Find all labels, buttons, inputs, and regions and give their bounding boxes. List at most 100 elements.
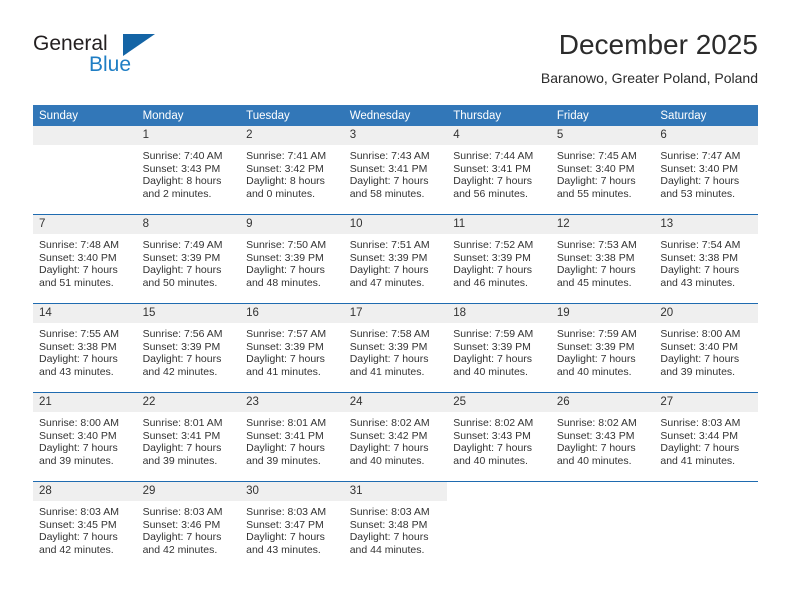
calendar-day-cell[interactable]: 6 Sunrise: 7:47 AM Sunset: 3:40 PM Daylight…: [654, 126, 758, 215]
sunrise-time: Sunrise: 8:01 AM: [142, 417, 223, 429]
day-number: 30: [240, 482, 344, 501]
daylight-duration-line1: Daylight: 8 hours: [246, 175, 325, 188]
sunrise-time: Sunrise: 7:40 AM: [142, 150, 223, 162]
daylight-duration-line1: Daylight: 7 hours: [660, 264, 740, 277]
day-number: 15: [136, 304, 241, 323]
sunset-time: Sunset: 3:39 PM: [142, 340, 221, 353]
daylight-duration-line1: Daylight: 7 hours: [453, 264, 533, 277]
weekday-header-sunday: Sunday: [33, 105, 137, 126]
calendar-day-cell[interactable]: 8 Sunrise: 7:49 AM Sunset: 3:39 PM Daylight…: [136, 214, 241, 304]
day-number: 4: [447, 126, 551, 145]
calendar-day-cell[interactable]: 24 Sunrise: 8:02 AM Sunset: 3:42 PM Dayligh…: [343, 392, 448, 482]
daylight-duration-line2: and 53 minutes.: [660, 187, 736, 200]
daylight-duration-line2: and 47 minutes.: [349, 276, 425, 289]
daylight-duration-line1: Daylight: 7 hours: [556, 353, 636, 366]
daylight-duration-line1: Daylight: 7 hours: [246, 442, 325, 455]
page-header: General Blue December 2025 Baranowo, Gre…: [33, 28, 758, 96]
calendar-day-cell[interactable]: 18 Sunrise: 7:59 AM Sunset: 3:39 PM Dayligh…: [447, 303, 551, 393]
calendar-day-cell[interactable]: 20 Sunrise: 8:00 AM Sunset: 3:40 PM Dayligh…: [654, 303, 758, 393]
sunset-time: Sunset: 3:38 PM: [39, 340, 117, 353]
daylight-duration-line1: Daylight: 7 hours: [556, 442, 636, 455]
calendar-week-row: 1 Sunrise: 7:40 AM Sunset: 3:43 PM Daylight…: [33, 126, 758, 215]
sunrise-time: Sunrise: 7:49 AM: [142, 239, 223, 251]
calendar-day-cell[interactable]: 23 Sunrise: 8:01 AM Sunset: 3:41 PM Dayligh…: [240, 392, 344, 482]
calendar-day-cell[interactable]: 4 Sunrise: 7:44 AM Sunset: 3:41 PM Daylight…: [447, 126, 551, 215]
day-number: 16: [240, 304, 344, 323]
calendar-day-cell[interactable]: 30 Sunrise: 8:03 AM Sunset: 3:47 PM Dayligh…: [240, 481, 344, 570]
sunrise-time: Sunrise: 8:02 AM: [349, 417, 430, 429]
daylight-duration-line1: Daylight: 7 hours: [349, 531, 429, 544]
calendar-day-cell[interactable]: 17 Sunrise: 7:58 AM Sunset: 3:39 PM Dayligh…: [343, 303, 448, 393]
day-number: 2: [240, 126, 344, 145]
calendar-day-cell[interactable]: 15 Sunrise: 7:56 AM Sunset: 3:39 PM Dayligh…: [136, 303, 241, 393]
day-number: 25: [447, 393, 551, 412]
calendar-day-cell[interactable]: 1 Sunrise: 7:40 AM Sunset: 3:43 PM Daylight…: [136, 126, 241, 215]
sunrise-time: Sunrise: 7:57 AM: [246, 328, 327, 340]
calendar-day-cell[interactable]: 11 Sunrise: 7:52 AM Sunset: 3:39 PM Dayligh…: [447, 214, 551, 304]
daylight-duration-line1: Daylight: 7 hours: [349, 353, 429, 366]
daylight-duration-line1: Daylight: 7 hours: [349, 175, 429, 188]
day-details: Sunrise: 7:51 AM Sunset: 3:39 PM Daylight:…: [344, 234, 448, 289]
day-details: Sunrise: 7:57 AM Sunset: 3:39 PM Daylight:…: [240, 323, 344, 378]
calendar-day-cell[interactable]: 27 Sunrise: 8:03 AM Sunset: 3:44 PM Dayligh…: [654, 392, 758, 482]
day-number: [550, 482, 655, 501]
day-number: [447, 482, 551, 501]
sunrise-time: Sunrise: 8:01 AM: [246, 417, 327, 429]
daylight-duration-line2: and 55 minutes.: [556, 187, 632, 200]
daylight-duration-line1: Daylight: 7 hours: [660, 353, 740, 366]
calendar-day-cell[interactable]: 28 Sunrise: 8:03 AM Sunset: 3:45 PM Dayligh…: [33, 481, 137, 570]
day-number: 24: [343, 393, 448, 412]
daylight-duration-line2: and 40 minutes.: [453, 454, 528, 467]
day-details: Sunrise: 7:58 AM Sunset: 3:39 PM Daylight:…: [344, 323, 448, 378]
daylight-duration-line1: Daylight: 7 hours: [660, 175, 740, 188]
day-details: Sunrise: 8:00 AM Sunset: 3:40 PM Daylight:…: [654, 323, 758, 378]
sunset-time: Sunset: 3:39 PM: [349, 340, 428, 353]
calendar-day-cell[interactable]: 14 Sunrise: 7:55 AM Sunset: 3:38 PM Dayligh…: [33, 303, 137, 393]
calendar-day-cell[interactable]: 7 Sunrise: 7:48 AM Sunset: 3:40 PM Daylight…: [33, 214, 137, 304]
calendar-day-cell[interactable]: 29 Sunrise: 8:03 AM Sunset: 3:46 PM Dayligh…: [136, 481, 241, 570]
day-details: Sunrise: 7:40 AM Sunset: 3:43 PM Daylight:…: [137, 145, 241, 200]
calendar-day-cell[interactable]: 21 Sunrise: 8:00 AM Sunset: 3:40 PM Dayligh…: [33, 392, 137, 482]
daylight-duration-line2: and 40 minutes.: [556, 365, 632, 378]
daylight-duration-line2: and 43 minutes.: [39, 365, 114, 378]
sunset-time: Sunset: 3:38 PM: [660, 251, 739, 264]
sunrise-time: Sunrise: 7:54 AM: [660, 239, 741, 251]
sunset-time: Sunset: 3:40 PM: [39, 429, 117, 442]
calendar-day-cell[interactable]: 22 Sunrise: 8:01 AM Sunset: 3:41 PM Dayligh…: [136, 392, 241, 482]
daylight-duration-line2: and 41 minutes.: [660, 454, 736, 467]
daylight-duration-line2: and 42 minutes.: [142, 365, 218, 378]
day-details: Sunrise: 7:56 AM Sunset: 3:39 PM Daylight:…: [137, 323, 241, 378]
calendar-day-cell[interactable]: 12 Sunrise: 7:53 AM Sunset: 3:38 PM Dayligh…: [550, 214, 655, 304]
calendar-day-cell[interactable]: 19 Sunrise: 7:59 AM Sunset: 3:39 PM Dayligh…: [550, 303, 655, 393]
sunrise-time: Sunrise: 8:03 AM: [660, 417, 741, 429]
calendar-day-cell[interactable]: 2 Sunrise: 7:41 AM Sunset: 3:42 PM Daylight…: [240, 126, 344, 215]
daylight-duration-line2: and 43 minutes.: [660, 276, 736, 289]
calendar-day-cell[interactable]: 26 Sunrise: 8:02 AM Sunset: 3:43 PM Dayligh…: [550, 392, 655, 482]
day-details: Sunrise: 7:49 AM Sunset: 3:39 PM Daylight:…: [137, 234, 241, 289]
calendar-day-cell[interactable]: 5 Sunrise: 7:45 AM Sunset: 3:40 PM Daylight…: [550, 126, 655, 215]
sunrise-time: Sunrise: 7:52 AM: [453, 239, 534, 251]
calendar-day-cell[interactable]: 25 Sunrise: 8:02 AM Sunset: 3:43 PM Dayligh…: [447, 392, 551, 482]
sunset-time: Sunset: 3:38 PM: [556, 251, 635, 264]
calendar-day-cell[interactable]: 10 Sunrise: 7:51 AM Sunset: 3:39 PM Dayligh…: [343, 214, 448, 304]
day-details: Sunrise: 8:02 AM Sunset: 3:42 PM Daylight:…: [344, 412, 448, 467]
daylight-duration-line2: and 46 minutes.: [453, 276, 528, 289]
day-details: Sunrise: 8:01 AM Sunset: 3:41 PM Daylight:…: [137, 412, 241, 467]
calendar-day-cell[interactable]: 13 Sunrise: 7:54 AM Sunset: 3:38 PM Dayligh…: [654, 214, 758, 304]
calendar-day-cell[interactable]: 9 Sunrise: 7:50 AM Sunset: 3:39 PM Daylight…: [240, 214, 344, 304]
calendar-day-cell[interactable]: 3 Sunrise: 7:43 AM Sunset: 3:41 PM Daylight…: [343, 126, 448, 215]
day-details: Sunrise: 7:44 AM Sunset: 3:41 PM Daylight:…: [447, 145, 551, 200]
daylight-duration-line1: Daylight: 7 hours: [142, 353, 222, 366]
day-details: Sunrise: 7:43 AM Sunset: 3:41 PM Daylight:…: [344, 145, 448, 200]
sunrise-time: Sunrise: 8:02 AM: [556, 417, 637, 429]
calendar-day-cell[interactable]: 31 Sunrise: 8:03 AM Sunset: 3:48 PM Dayligh…: [343, 481, 448, 570]
calendar-day-cell[interactable]: 16 Sunrise: 7:57 AM Sunset: 3:39 PM Dayligh…: [240, 303, 344, 393]
sunset-time: Sunset: 3:41 PM: [246, 429, 324, 442]
sunset-time: Sunset: 3:43 PM: [556, 429, 635, 442]
sunrise-time: Sunrise: 7:43 AM: [349, 150, 430, 162]
calendar-day-cell: [33, 126, 137, 215]
sunset-time: Sunset: 3:39 PM: [453, 340, 531, 353]
calendar-head: Sunday Monday Tuesday Wednesday Thursday…: [33, 105, 758, 126]
day-details: Sunrise: 8:03 AM Sunset: 3:47 PM Daylight:…: [240, 501, 344, 556]
sunset-time: Sunset: 3:39 PM: [556, 340, 635, 353]
